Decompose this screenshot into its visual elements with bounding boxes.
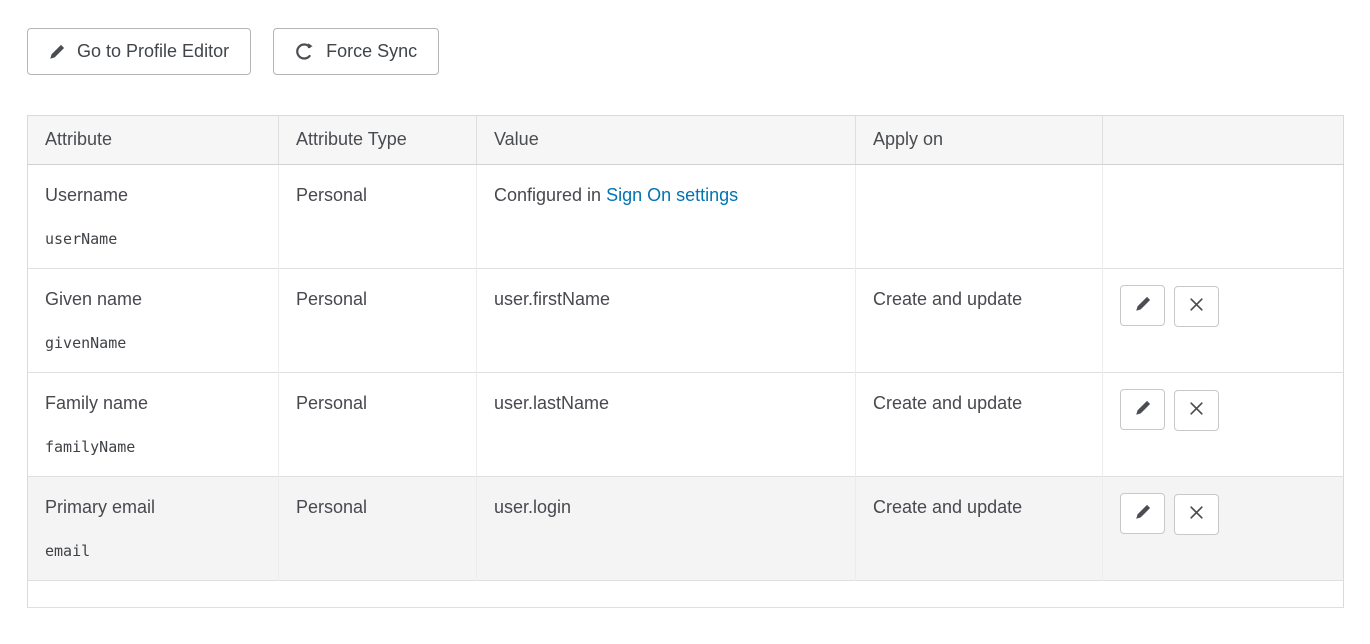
pencil-icon: [1135, 296, 1151, 315]
value-text: Configured in: [494, 185, 601, 205]
close-icon: [1189, 297, 1204, 315]
actions-cell: [1103, 165, 1344, 269]
go-to-profile-editor-label: Go to Profile Editor: [77, 41, 229, 62]
edit-attribute-button[interactable]: [1120, 285, 1165, 326]
column-header-apply-on: Apply on: [856, 116, 1103, 165]
delete-attribute-button[interactable]: [1174, 390, 1219, 431]
attribute-variable-name: familyName: [45, 438, 261, 456]
value-cell: user.firstName: [477, 269, 856, 373]
attribute-type-cell: Personal: [279, 165, 477, 269]
go-to-profile-editor-button[interactable]: Go to Profile Editor: [27, 28, 251, 75]
table-row: Family name familyName Personal user.las…: [28, 373, 1344, 477]
apply-on-cell: [856, 165, 1103, 269]
value-cell: user.login: [477, 477, 856, 581]
force-sync-button[interactable]: Force Sync: [273, 28, 439, 75]
attribute-label: Username: [45, 185, 261, 206]
column-header-attribute: Attribute: [28, 116, 279, 165]
column-header-attribute-type: Attribute Type: [279, 116, 477, 165]
apply-on-cell: Create and update: [856, 269, 1103, 373]
attribute-label: Family name: [45, 393, 261, 414]
sign-on-settings-link[interactable]: Sign On settings: [606, 185, 738, 205]
attribute-type-cell: Personal: [279, 269, 477, 373]
attribute-type-cell: Personal: [279, 477, 477, 581]
delete-attribute-button[interactable]: [1174, 494, 1219, 535]
pencil-icon: [49, 44, 65, 60]
table-header-row: Attribute Attribute Type Value Apply on: [28, 116, 1344, 165]
table-row: Given name givenName Personal user.first…: [28, 269, 1344, 373]
attribute-mappings-page: Go to Profile Editor Force Sync Attribut…: [0, 0, 1370, 608]
close-icon: [1189, 401, 1204, 419]
actions-cell: [1103, 477, 1344, 581]
actions-cell: [1103, 373, 1344, 477]
force-sync-label: Force Sync: [326, 41, 417, 62]
attribute-label: Primary email: [45, 497, 261, 518]
attribute-type-cell: Personal: [279, 373, 477, 477]
pencil-icon: [1135, 504, 1151, 523]
attribute-variable-name: givenName: [45, 334, 261, 352]
value-cell: user.lastName: [477, 373, 856, 477]
close-icon: [1189, 505, 1204, 523]
toolbar: Go to Profile Editor Force Sync: [27, 28, 1343, 75]
edit-attribute-button[interactable]: [1120, 389, 1165, 430]
attribute-mapping-table: Attribute Attribute Type Value Apply on …: [27, 115, 1344, 608]
column-header-actions: [1103, 116, 1344, 165]
table-row: Primary email email Personal user.login …: [28, 477, 1344, 581]
table-row-partial: [28, 581, 1344, 608]
actions-cell: [1103, 269, 1344, 373]
delete-attribute-button[interactable]: [1174, 286, 1219, 327]
value-cell: Configured inSign On settings: [477, 165, 856, 269]
pencil-icon: [1135, 400, 1151, 419]
attribute-variable-name: email: [45, 542, 261, 560]
table-row: Username userName Personal Configured in…: [28, 165, 1344, 269]
apply-on-cell: Create and update: [856, 477, 1103, 581]
apply-on-cell: Create and update: [856, 373, 1103, 477]
attribute-label: Given name: [45, 289, 261, 310]
column-header-value: Value: [477, 116, 856, 165]
refresh-icon: [295, 42, 314, 61]
attribute-variable-name: userName: [45, 230, 261, 248]
edit-attribute-button[interactable]: [1120, 493, 1165, 534]
